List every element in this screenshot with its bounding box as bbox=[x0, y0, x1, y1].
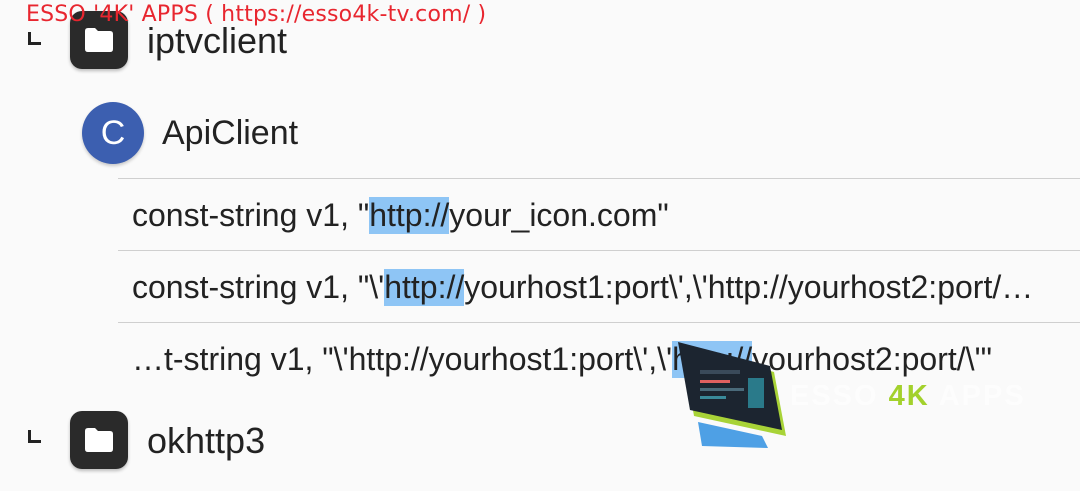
search-result-text: const-string v1, "\'http://yourhost1:por… bbox=[132, 269, 1034, 306]
search-match-highlight: http:// bbox=[384, 269, 465, 306]
class-label: ApiClient bbox=[162, 114, 299, 152]
tree-expander-icon[interactable] bbox=[28, 32, 41, 45]
tree-node-apiclient[interactable]: C ApiClient bbox=[0, 100, 1080, 170]
monitor-logo-icon bbox=[678, 342, 786, 448]
watermark-brand: ESSO 4K APPS bbox=[790, 380, 1026, 412]
search-result-row[interactable]: const-string v1, "http://your_icon.com" bbox=[118, 178, 1080, 251]
folder-label: okhttp3 bbox=[147, 420, 266, 461]
search-result-row[interactable]: const-string v1, "\'http://yourhost1:por… bbox=[118, 250, 1080, 323]
tree-expander-icon[interactable] bbox=[28, 430, 41, 443]
search-match-highlight: http:// bbox=[369, 197, 450, 234]
class-icon: C bbox=[82, 102, 144, 164]
search-result-text: const-string v1, "http://your_icon.com" bbox=[132, 197, 669, 234]
watermark-logo: ESSO 4K APPS bbox=[678, 336, 1024, 456]
folder-icon bbox=[70, 411, 128, 469]
watermark-text: ESSO '4K' APPS ( https://esso4k-tv.com/ … bbox=[26, 2, 487, 27]
